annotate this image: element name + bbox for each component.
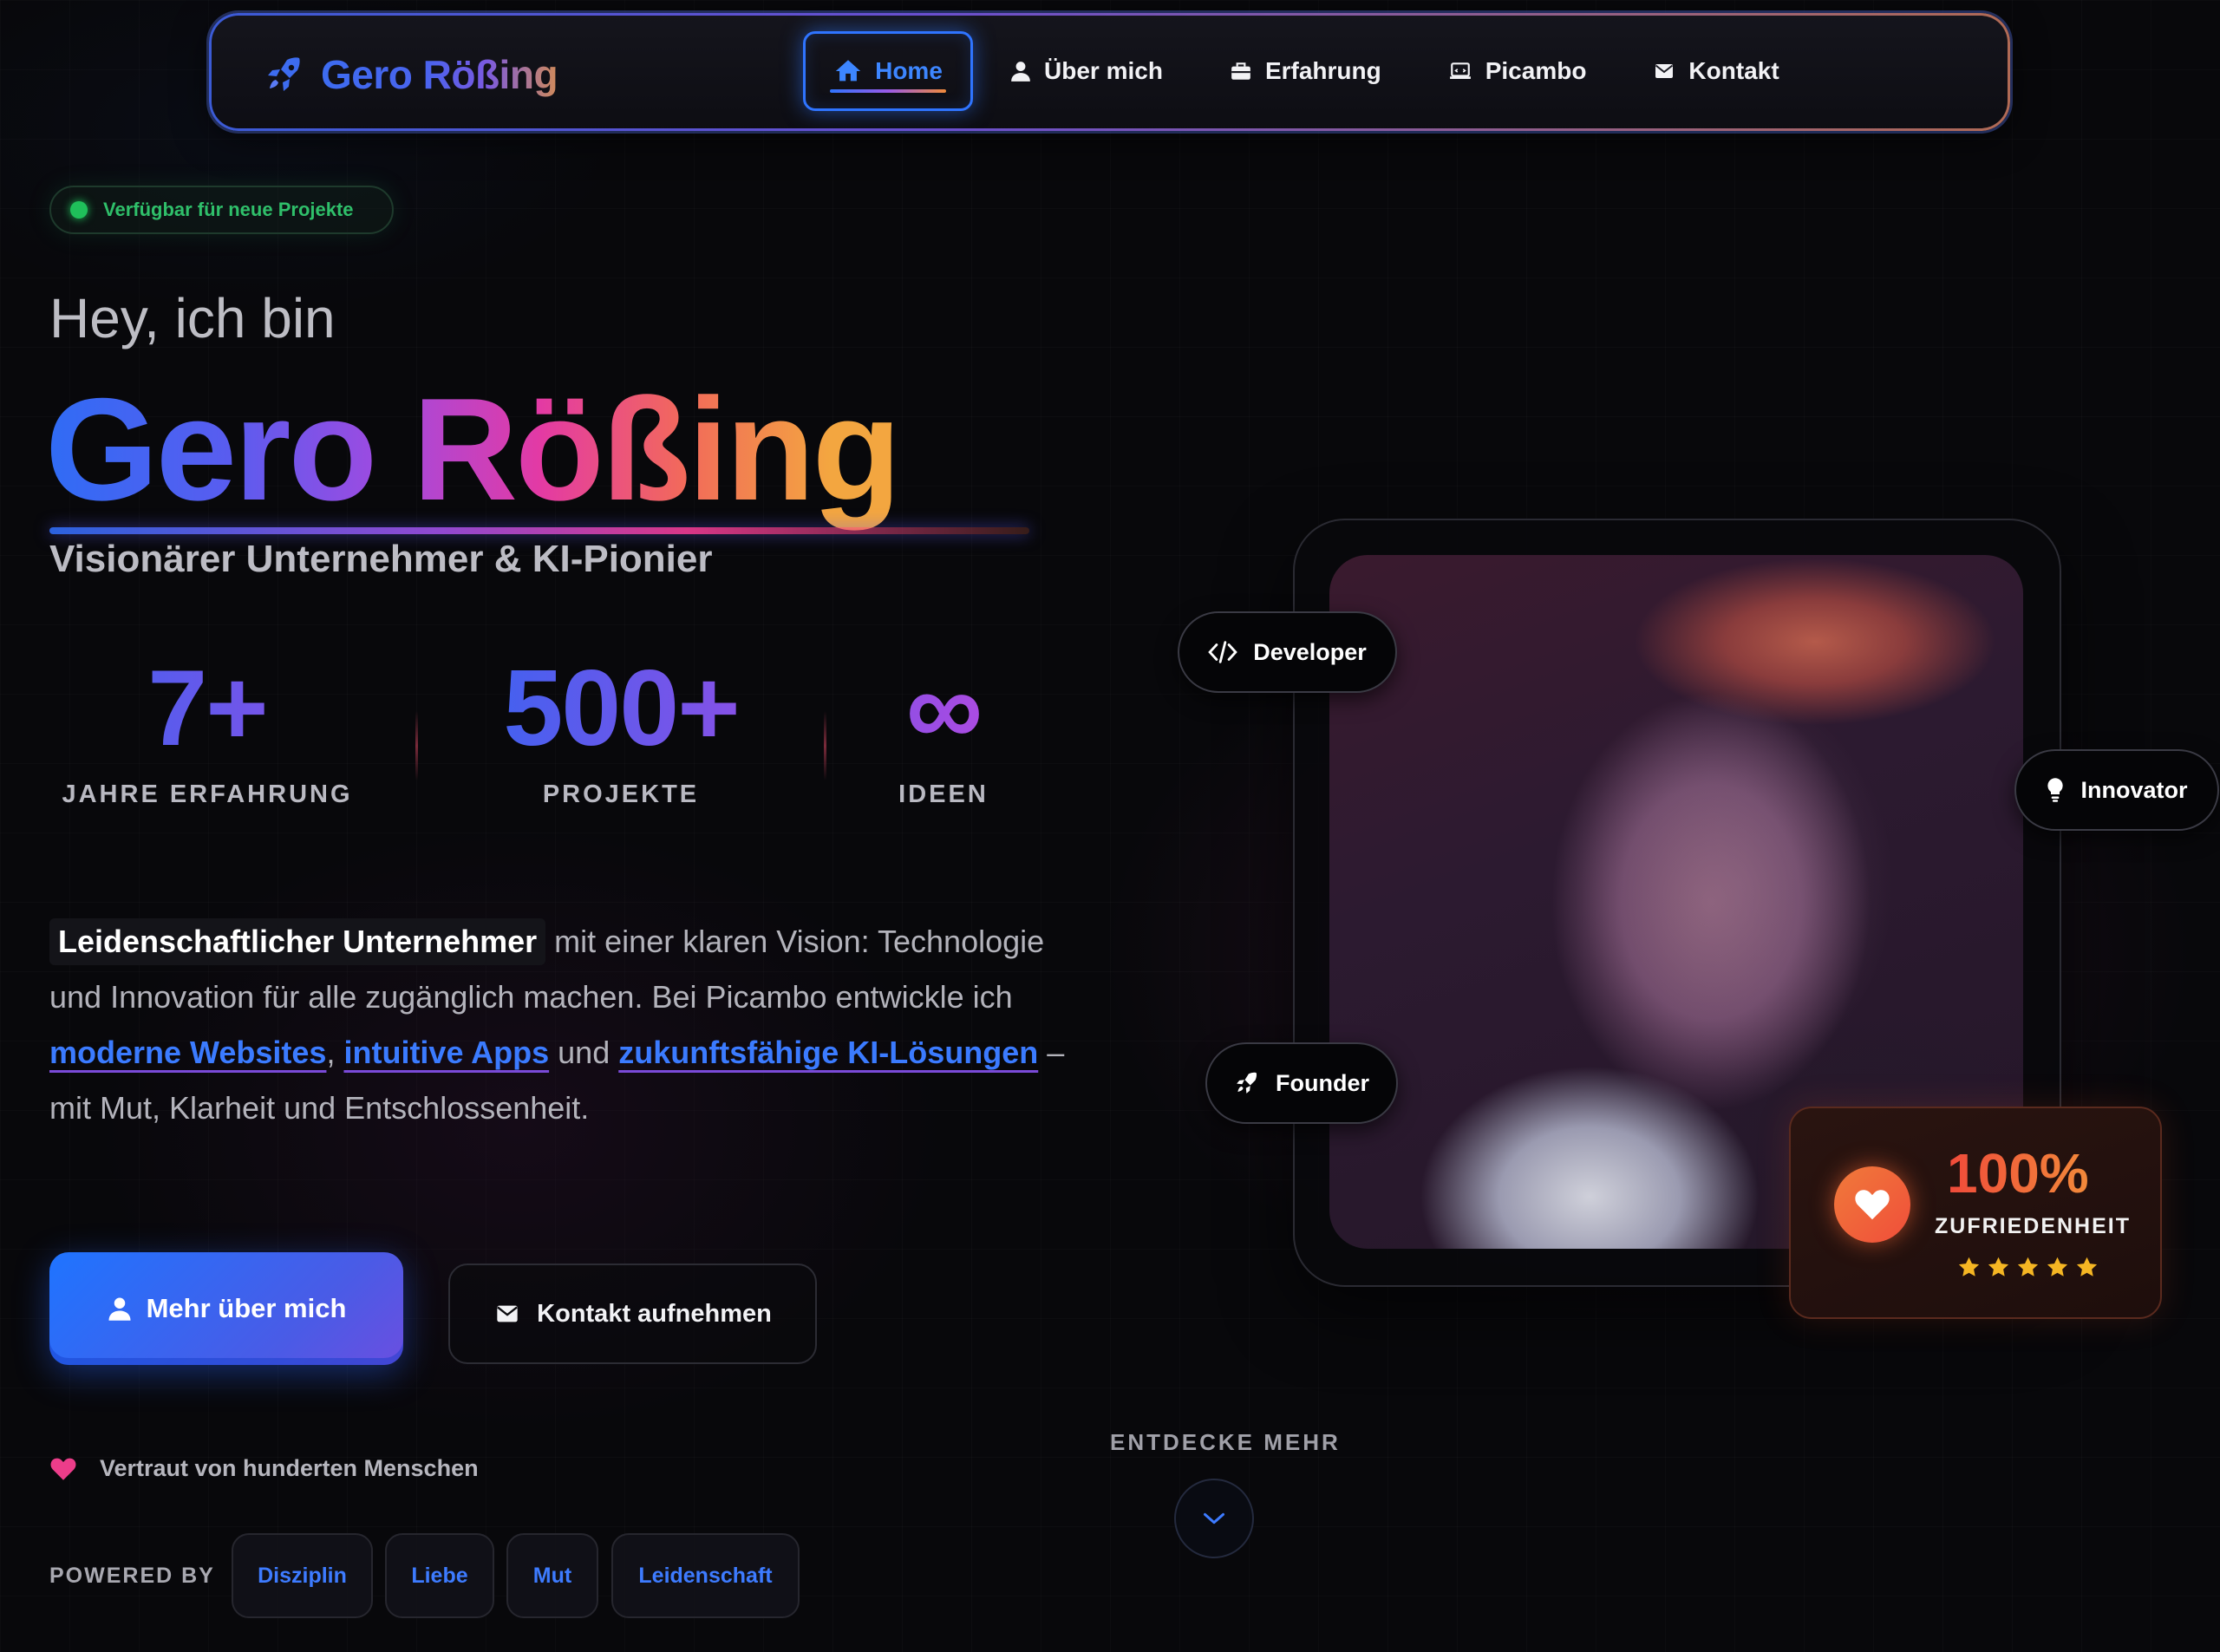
code-icon (1208, 641, 1238, 663)
hero-underline (49, 527, 1029, 534)
developer-badge: Developer (1178, 611, 1397, 693)
availability-badge: Verfügbar für neue Projekte (49, 186, 394, 234)
star-icon (1988, 1257, 2009, 1277)
satisfaction-card: 100% ZUFRIEDENHEIT (1789, 1107, 2162, 1319)
stat-label: PROJEKTE (542, 780, 700, 809)
stat-projects: 500+ PROJEKTE (473, 652, 768, 809)
nav-item-home[interactable]: Home (803, 31, 973, 111)
rocket-icon (1237, 1072, 1257, 1094)
nav-item-label: Kontakt (1688, 57, 1779, 84)
hero-subtitle: Visionärer Unternehmer & KI-Pionier (49, 538, 713, 580)
envelope-icon (497, 1305, 518, 1322)
brand-name: Gero Rößing (321, 52, 558, 97)
innovator-badge: Innovator (2014, 749, 2219, 831)
envelope-icon (1655, 64, 1674, 78)
tag-leidenschaft[interactable]: Leidenschaft (611, 1533, 800, 1618)
status-dot-icon (70, 201, 88, 219)
nav-item-erfahrung[interactable]: Erfahrung (1199, 31, 1411, 111)
stat-value: ∞ (874, 652, 1013, 765)
user-icon (108, 1297, 131, 1321)
heart-icon (50, 1458, 76, 1480)
star-icon (2047, 1257, 2068, 1277)
user-icon (1011, 62, 1030, 82)
briefcase-icon (1231, 62, 1250, 80)
discover-more-label: ENTDECKE MEHR (1110, 1429, 1341, 1455)
stat-divider (415, 711, 418, 780)
stat-value: 500+ (473, 652, 768, 765)
rating-stars (1957, 1256, 2099, 1279)
nav-item-label: Home (875, 57, 943, 84)
tag-mut[interactable]: Mut (506, 1533, 598, 1618)
nav-item-picambo[interactable]: Picambo (1418, 31, 1616, 111)
nav-item-kontakt[interactable]: Kontakt (1623, 31, 1808, 111)
intro-paragraph: Leidenschaftlicher Unternehmer mit einer … (49, 914, 1090, 1136)
availability-text: Verfügbar für neue Projekte (103, 199, 354, 220)
intro-highlight: Leidenschaftlicher Unternehmer (49, 918, 546, 965)
stat-label: JAHRE ERFAHRUNG (62, 780, 353, 809)
star-icon (2017, 1257, 2039, 1277)
powered-by-label: POWERED BY (49, 1564, 215, 1588)
home-icon (835, 60, 861, 82)
badge-label: Founder (1276, 1069, 1369, 1096)
stat-divider (824, 711, 826, 780)
badge-label: Innovator (2080, 776, 2188, 803)
brand-logo[interactable]: Gero Rößing (264, 47, 558, 102)
intro-separator: und (558, 1035, 610, 1070)
stat-ideas: ∞ IDEEN (874, 652, 1013, 809)
heart-icon (1834, 1166, 1910, 1243)
stat-label: IDEEN (898, 780, 989, 809)
scroll-down-button[interactable] (1174, 1479, 1254, 1558)
nav-item-label: Picambo (1485, 57, 1587, 84)
trust-text: Vertraut von hunderten Menschen (100, 1455, 479, 1481)
tag-disziplin[interactable]: Disziplin (232, 1533, 373, 1618)
badge-label: Developer (1253, 638, 1367, 665)
satisfaction-label: ZUFRIEDENHEIT (1935, 1214, 2131, 1238)
nav-item-label: Erfahrung (1264, 57, 1381, 84)
link-moderne-websites[interactable]: moderne Websites (49, 1035, 326, 1070)
founder-badge: Founder (1205, 1042, 1398, 1124)
button-label: Kontakt aufnehmen (537, 1299, 772, 1328)
link-ki-loesungen[interactable]: zukunftsfähige KI-Lösungen (618, 1035, 1038, 1070)
active-underline (830, 89, 946, 93)
nav-item-label: Über mich (1044, 57, 1163, 84)
satisfaction-value: 100% (1947, 1142, 2089, 1205)
tag-liebe[interactable]: Liebe (385, 1533, 494, 1618)
hero-name: Gero Rößing (45, 362, 901, 538)
laptop-icon (1449, 62, 1471, 79)
star-icon (1958, 1257, 1980, 1277)
star-icon (2076, 1257, 2098, 1277)
contact-button[interactable]: Kontakt aufnehmen (448, 1263, 817, 1364)
nav-links: Home Über mich Erfahrung Picambo Kontakt (803, 31, 1809, 111)
nav-item-ueber-mich[interactable]: Über mich (980, 31, 1192, 111)
top-navigation: Gero Rößing Home Über mich Erfahrung Pic… (209, 13, 2010, 131)
chevron-down-icon (1203, 1512, 1225, 1525)
trust-line: Vertraut von hunderten Menschen (49, 1455, 479, 1482)
stat-value: 7+ (49, 652, 365, 765)
hero-greeting: Hey, ich bin (49, 287, 336, 349)
button-label: Mehr über mich (146, 1293, 347, 1323)
rocket-icon (268, 57, 300, 91)
link-intuitive-apps[interactable]: intuitive Apps (343, 1035, 549, 1070)
stat-experience: 7+ JAHRE ERFAHRUNG (49, 652, 365, 809)
lightbulb-icon (2047, 778, 2064, 802)
more-about-me-button[interactable]: Mehr über mich (49, 1252, 403, 1365)
intro-separator: , (326, 1035, 336, 1070)
